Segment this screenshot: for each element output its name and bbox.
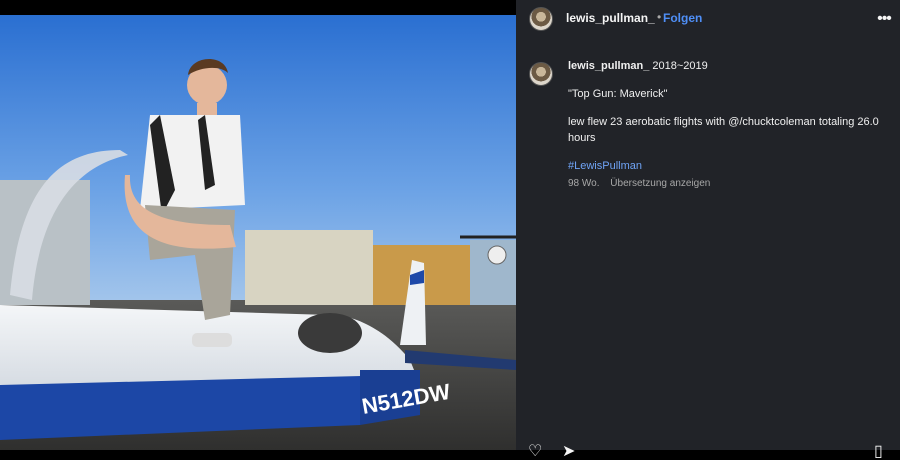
more-horizontal-icon[interactable]: ••• (876, 9, 892, 29)
caption-headline: 2018~2019 (652, 60, 708, 72)
bookmark-icon[interactable]: ▯ (874, 444, 890, 460)
separator-dot: • (657, 10, 662, 24)
follow-button[interactable]: Folgen (663, 11, 702, 25)
post-username[interactable]: lewis_pullman_ (566, 11, 655, 25)
airplane-photo: N512DW (0, 15, 516, 450)
send-icon[interactable]: ➤ (562, 444, 578, 460)
post-detail-panel: lewis_pullman_ • Folgen ••• lewis_pullma… (516, 0, 900, 460)
hashtag-link[interactable]: #LewisPullman (568, 158, 888, 174)
post-actions: ♡ ➤ ▯ (516, 444, 900, 460)
caption-line-description: lew flew 23 aerobatic flights with @/chu… (568, 116, 879, 144)
post-photo[interactable]: N512DW (0, 0, 516, 450)
avatar[interactable] (529, 7, 553, 31)
caption-line-title: "Top Gun: Maverick" (568, 88, 668, 100)
post-header: lewis_pullman_ • Folgen ••• (516, 0, 900, 38)
heart-icon[interactable]: ♡ (528, 444, 544, 460)
caption-username[interactable]: lewis_pullman_ (568, 60, 649, 72)
translate-link[interactable]: Übersetzung anzeigen (610, 178, 710, 189)
caption-meta: 98 Wo. Übersetzung anzeigen (568, 176, 888, 192)
caption-avatar[interactable] (529, 62, 553, 86)
post-age: 98 Wo. (568, 178, 600, 189)
